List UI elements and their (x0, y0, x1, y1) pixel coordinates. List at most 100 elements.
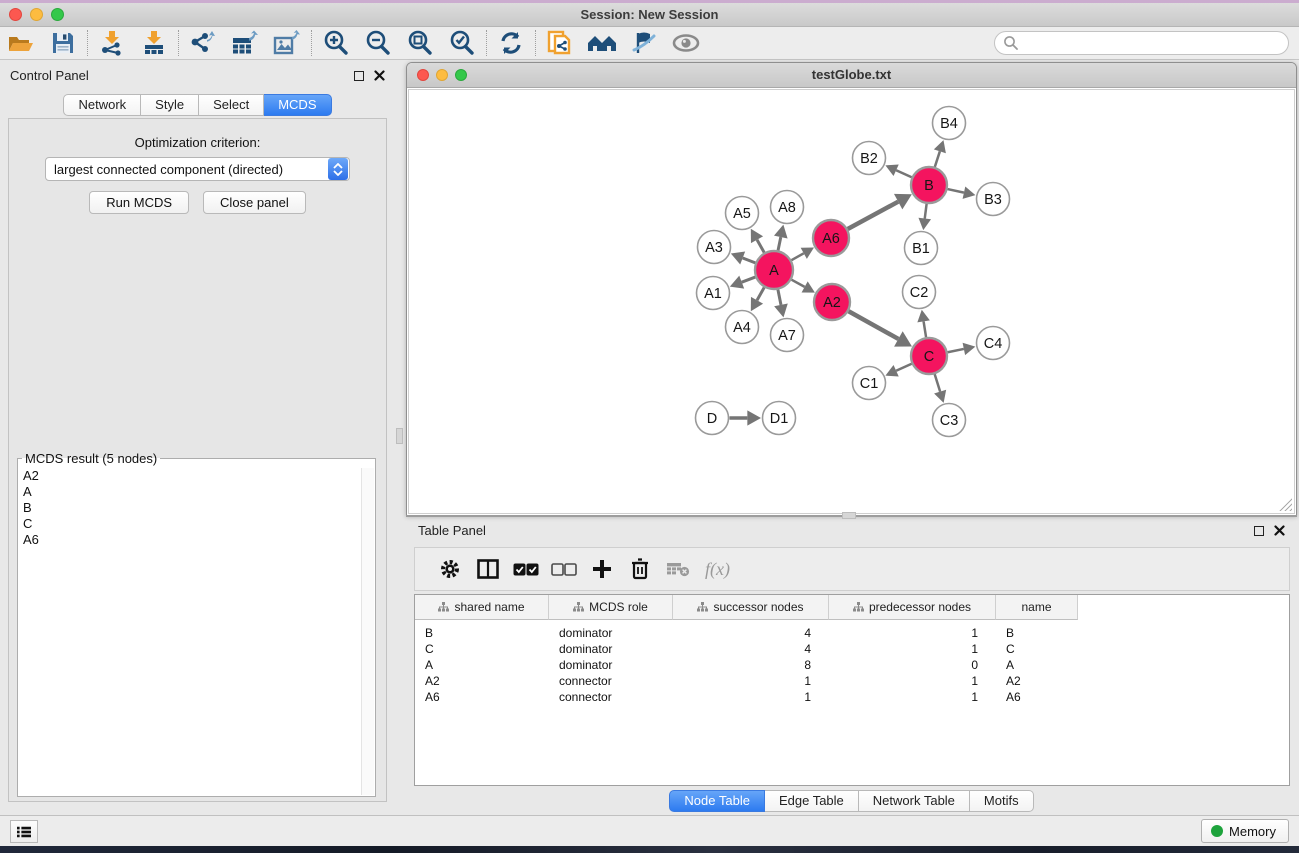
export-image-icon[interactable] (266, 28, 308, 58)
node-label: B3 (984, 192, 1002, 208)
zoom-in-icon[interactable] (315, 28, 357, 58)
show-column-icon[interactable] (469, 551, 507, 587)
add-column-icon[interactable] (583, 551, 621, 587)
graph-edge-A-A8[interactable] (778, 237, 781, 250)
memory-button[interactable]: Memory (1201, 819, 1289, 843)
mcds-result-item[interactable]: C (19, 516, 360, 532)
close-panel-icon[interactable] (1274, 525, 1285, 536)
float-panel-icon[interactable] (1254, 526, 1264, 536)
scrollbar-track[interactable] (361, 468, 374, 795)
duplicate-network-icon[interactable] (539, 28, 581, 58)
float-panel-icon[interactable] (354, 71, 364, 81)
function-builder-icon[interactable]: f(x) (705, 559, 730, 580)
graph-edge-B-B1[interactable] (925, 204, 927, 219)
table-tab-edge-table[interactable]: Edge Table (765, 790, 859, 812)
edge-arrowhead-icon (917, 310, 929, 323)
save-session-icon[interactable] (42, 28, 84, 58)
zoom-network-button[interactable] (455, 69, 467, 81)
tab-select[interactable]: Select (199, 94, 264, 116)
node-label: B2 (860, 151, 878, 167)
graph-edge-A-A5[interactable] (757, 240, 764, 253)
mcds-result-item[interactable]: B (19, 500, 360, 516)
table-settings-icon[interactable] (431, 551, 469, 587)
import-table-icon[interactable] (133, 28, 175, 58)
close-window-button[interactable] (9, 8, 22, 21)
graph-edge-A-A4[interactable] (757, 287, 764, 300)
hide-selected-icon[interactable] (623, 28, 665, 58)
splitter-handle[interactable] (842, 512, 856, 519)
tab-style[interactable]: Style (141, 94, 199, 116)
table-cell: connector (549, 673, 673, 689)
zoom-selected-icon[interactable] (441, 28, 483, 58)
window-title: Session: New Session (0, 3, 1299, 26)
close-panel-button[interactable]: Close panel (203, 191, 306, 214)
task-history-icon[interactable] (10, 820, 38, 843)
graph-edge-B-B2[interactable] (896, 170, 912, 177)
network-window-titlebar[interactable]: testGlobe.txt (407, 63, 1296, 88)
graph-edge-C-C4[interactable] (948, 349, 964, 352)
graph-edge-A-A1[interactable] (742, 277, 756, 282)
column-header-MCDS-role[interactable]: MCDS role (549, 595, 673, 620)
graph-edge-A2-C[interactable] (849, 311, 899, 339)
splitter-handle[interactable] (396, 428, 403, 444)
open-session-icon[interactable] (0, 28, 42, 58)
zoom-window-button[interactable] (51, 8, 64, 21)
zoom-fit-icon[interactable] (399, 28, 441, 58)
close-panel-icon[interactable] (374, 70, 385, 81)
column-header-name[interactable]: name (996, 595, 1078, 620)
resize-grip-icon[interactable] (1279, 498, 1292, 511)
zoom-out-icon[interactable] (357, 28, 399, 58)
table-row[interactable]: A6connector11A6 (415, 689, 1078, 705)
table-tab-node-table[interactable]: Node Table (669, 790, 765, 812)
mcds-result-item[interactable]: A (19, 484, 360, 500)
node-table[interactable]: shared nameMCDS rolesuccessor nodesprede… (414, 594, 1290, 786)
graph-edge-B-B4[interactable] (935, 151, 940, 167)
export-network-icon[interactable] (182, 28, 224, 58)
select-all-columns-icon[interactable] (507, 551, 545, 587)
table-cell: dominator (549, 625, 673, 641)
table-cell: 1 (673, 689, 829, 705)
tab-mcds[interactable]: MCDS (264, 94, 331, 116)
delete-table-icon[interactable] (659, 551, 697, 587)
close-network-button[interactable] (417, 69, 429, 81)
table-row[interactable]: Cdominator41C (415, 641, 1078, 657)
graph-edge-A-A7[interactable] (778, 290, 781, 305)
graph-edge-C-C3[interactable] (935, 374, 940, 391)
tab-network[interactable]: Network (63, 94, 141, 116)
table-row[interactable]: Adominator80A (415, 657, 1078, 673)
table-tab-motifs[interactable]: Motifs (970, 790, 1034, 812)
search-input[interactable] (1019, 33, 1288, 53)
export-table-icon[interactable] (224, 28, 266, 58)
node-label: A6 (822, 231, 840, 247)
minimize-network-button[interactable] (436, 69, 448, 81)
mcds-result-list[interactable]: A2ABCA6 (19, 468, 360, 795)
refresh-icon[interactable] (490, 28, 532, 58)
mcds-result-item[interactable]: A2 (19, 468, 360, 484)
unselect-all-columns-icon[interactable] (545, 551, 583, 587)
table-tab-network-table[interactable]: Network Table (859, 790, 970, 812)
column-header-shared-name[interactable]: shared name (415, 595, 549, 620)
minimize-window-button[interactable] (30, 8, 43, 21)
graph-edge-C-C1[interactable] (896, 364, 912, 371)
column-header-successor-nodes[interactable]: successor nodes (673, 595, 829, 620)
table-row[interactable]: A2connector11A2 (415, 673, 1078, 689)
table-panel: Table Panel f(x) shared nameMCDS rolesuc… (406, 519, 1297, 815)
import-network-icon[interactable] (91, 28, 133, 58)
graph-edge-A-A2[interactable] (792, 280, 805, 287)
graph-edge-B-B3[interactable] (948, 189, 964, 193)
mcds-result-item[interactable]: A6 (19, 532, 360, 548)
graph-edge-A-A3[interactable] (743, 258, 756, 263)
delete-column-icon[interactable] (621, 551, 659, 587)
column-header-predecessor-nodes[interactable]: predecessor nodes (829, 595, 996, 620)
node-label: C3 (940, 413, 959, 429)
show-all-icon[interactable] (665, 28, 707, 58)
optimization-criterion-select[interactable]: largest connected component (directed) (45, 157, 350, 181)
graph-edge-C-C2[interactable] (924, 321, 926, 337)
table-row[interactable]: Bdominator41B (415, 625, 1078, 641)
network-canvas[interactable]: A5A8A3A1A4A7AA6A2BB2B4B3B1CC2C4C1C3DD1 (408, 89, 1295, 514)
run-mcds-button[interactable]: Run MCDS (89, 191, 189, 214)
first-neighbors-icon[interactable] (581, 28, 623, 58)
graph-edge-A-A6[interactable] (791, 253, 803, 260)
graph-edge-A6-B[interactable] (848, 202, 898, 229)
search-field[interactable] (994, 31, 1289, 55)
